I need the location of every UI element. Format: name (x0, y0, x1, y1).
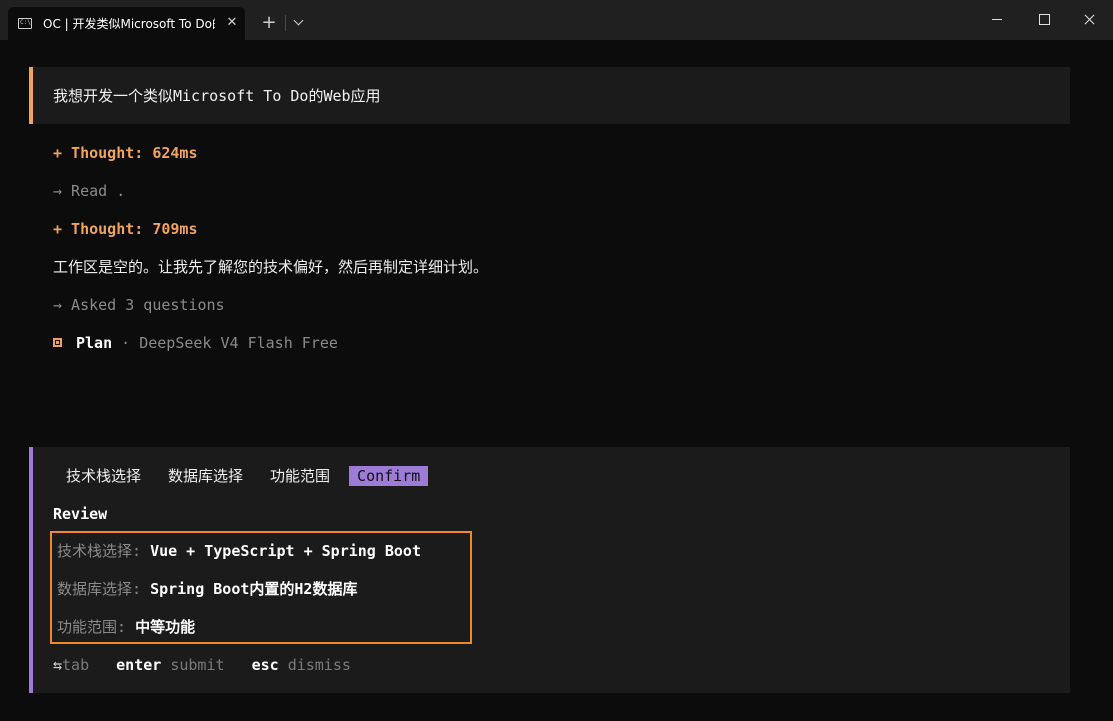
question-tabs: 技术栈选择 数据库选择 功能范围 Confirm (58, 466, 439, 486)
read-tool-line: → Read . (53, 182, 126, 200)
answer-row: 功能范围: 中等功能 (57, 617, 195, 637)
tab-database[interactable]: 数据库选择 (160, 466, 251, 486)
enter-key[interactable]: enter (116, 656, 161, 674)
answer-key: 技术栈选择: (57, 542, 151, 560)
plan-icon (53, 338, 62, 347)
answer-value: Vue + TypeScript + Spring Boot (150, 542, 421, 560)
assistant-message: 工作区是空的。让我先了解您的技术偏好，然后再制定详细计划。 (53, 258, 489, 276)
answer-key: 数据库选择: (57, 580, 151, 598)
esc-key[interactable]: esc (252, 656, 279, 674)
close-window-button[interactable] (1075, 8, 1105, 32)
keyboard-hints: ⇆tab enter submit esc dismiss (53, 655, 369, 675)
tab-separator (285, 15, 286, 31)
terminal-icon: C:\ (18, 18, 32, 29)
dismiss-hint: dismiss (287, 656, 351, 674)
minimize-button[interactable] (982, 8, 1012, 32)
thought-line[interactable]: + Thought: 624ms (53, 143, 198, 163)
asked-questions-line: → Asked 3 questions (53, 296, 225, 314)
new-tab-button[interactable]: + (258, 12, 280, 34)
answer-row: 数据库选择: Spring Boot内置的H2数据库 (57, 579, 357, 599)
tab-title: OC | 开发类似Microsoft To Do的 (43, 17, 215, 31)
answers-summary: 技术栈选择: Vue + TypeScript + Spring Boot 数据… (50, 531, 472, 644)
thought-line[interactable]: + Thought: 709ms (53, 219, 198, 239)
tab-confirm[interactable]: Confirm (349, 466, 429, 486)
answer-row: 技术栈选择: Vue + TypeScript + Spring Boot (57, 541, 421, 561)
chevron-down-icon[interactable] (290, 14, 308, 32)
title-bar: C:\ OC | 开发类似Microsoft To Do的 ✕ + (0, 0, 1113, 40)
submit-hint: submit (170, 656, 225, 674)
answer-key: 功能范围: (57, 618, 136, 636)
maximize-button[interactable] (1029, 8, 1059, 32)
user-prompt-text: 我想开发一个类似Microsoft To Do的Web应用 (53, 87, 381, 105)
close-tab-icon[interactable]: ✕ (224, 15, 240, 31)
tab-hint: tab (62, 656, 90, 674)
tab-tech-stack[interactable]: 技术栈选择 (58, 466, 149, 486)
review-heading: Review (53, 505, 108, 523)
terminal-tab[interactable]: C:\ OC | 开发类似Microsoft To Do的 ✕ (8, 7, 245, 40)
question-panel: 技术栈选择 数据库选择 功能范围 Confirm Review 技术栈选择: V… (29, 447, 1070, 693)
model-name: · DeepSeek V4 Flash Free (112, 334, 338, 352)
tab-feature-scope[interactable]: 功能范围 (262, 466, 338, 486)
plan-label: Plan (76, 334, 113, 352)
tab-key-icon: ⇆ (53, 656, 63, 674)
answer-value: Spring Boot内置的H2数据库 (150, 580, 358, 598)
answer-value: 中等功能 (135, 618, 196, 636)
plan-status-line: Plan · DeepSeek V4 Flash Free (53, 333, 338, 353)
user-prompt-block: 我想开发一个类似Microsoft To Do的Web应用 (29, 67, 1070, 124)
